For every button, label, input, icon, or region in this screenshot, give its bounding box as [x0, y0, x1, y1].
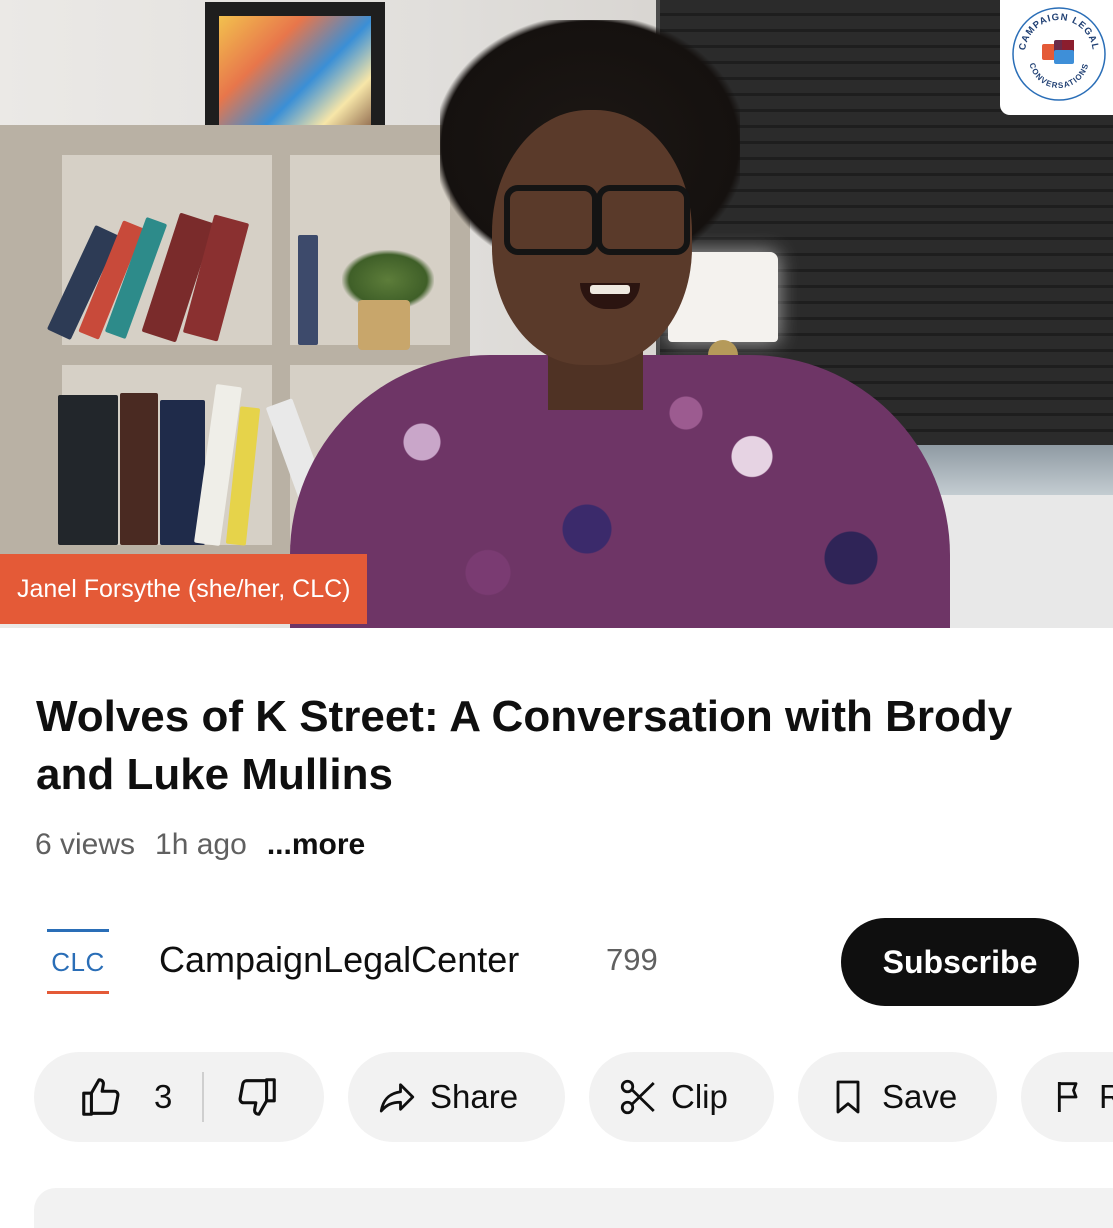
subscribe-button[interactable]: Subscribe [841, 918, 1079, 1006]
campaign-legal-conversations-logo: CAMPAIGN LEGAL CONVERSATIONS [1012, 7, 1106, 101]
upload-age: 1h ago [155, 828, 247, 861]
like-dislike-pill: 3 [34, 1052, 324, 1142]
report-label: R [1099, 1078, 1113, 1115]
video-info-panel: Wolves of K Street: A Conversation with … [0, 628, 1113, 1228]
like-button[interactable]: 3 [78, 1074, 172, 1120]
report-button[interactable]: R [1021, 1052, 1113, 1142]
channel-avatar[interactable]: CLC [47, 929, 109, 995]
save-button[interactable]: Save [798, 1052, 997, 1142]
bookmark-icon [836, 1080, 860, 1114]
video-meta[interactable]: 6 views 1h ago ...more [35, 828, 385, 862]
action-bar: 3 Share Clip Save R [0, 1052, 1113, 1142]
save-label: Save [882, 1078, 958, 1115]
clip-button[interactable]: Clip [589, 1052, 774, 1142]
video-title[interactable]: Wolves of K Street: A Conversation with … [36, 688, 1036, 804]
video-player[interactable]: Janel Forsythe (she/her, CLC) CAMPAIGN L… [0, 0, 1113, 628]
description-card-peek[interactable] [34, 1188, 1113, 1228]
share-label: Share [430, 1078, 519, 1115]
channel-name[interactable]: CampaignLegalCenter [159, 939, 519, 981]
dislike-button[interactable] [234, 1074, 280, 1120]
plant-pot [358, 300, 410, 350]
clip-label: Clip [671, 1078, 728, 1115]
share-button[interactable]: Share [348, 1052, 565, 1142]
channel-watermark: CAMPAIGN LEGAL CONVERSATIONS [1000, 0, 1113, 115]
more-link[interactable]: ...more [267, 828, 365, 862]
channel-row: CLC CampaignLegalCenter 799 Subscribe [0, 918, 1113, 1008]
scissors-icon [620, 1079, 655, 1115]
flag-icon [1057, 1082, 1078, 1112]
thumbs-up-icon [82, 1078, 120, 1116]
subscriber-count: 799 [606, 942, 658, 977]
speaker-teeth [590, 285, 630, 294]
speaker-name-label: Janel Forsythe (she/her, CLC) [0, 554, 368, 624]
share-icon [379, 1083, 415, 1113]
speaker-glasses [500, 185, 690, 255]
like-divider [202, 1072, 205, 1122]
thumbs-down-icon [238, 1078, 277, 1116]
view-count: 6 views [35, 828, 136, 861]
like-count: 3 [154, 1078, 173, 1115]
channel-avatar-text: CLC [51, 947, 105, 977]
